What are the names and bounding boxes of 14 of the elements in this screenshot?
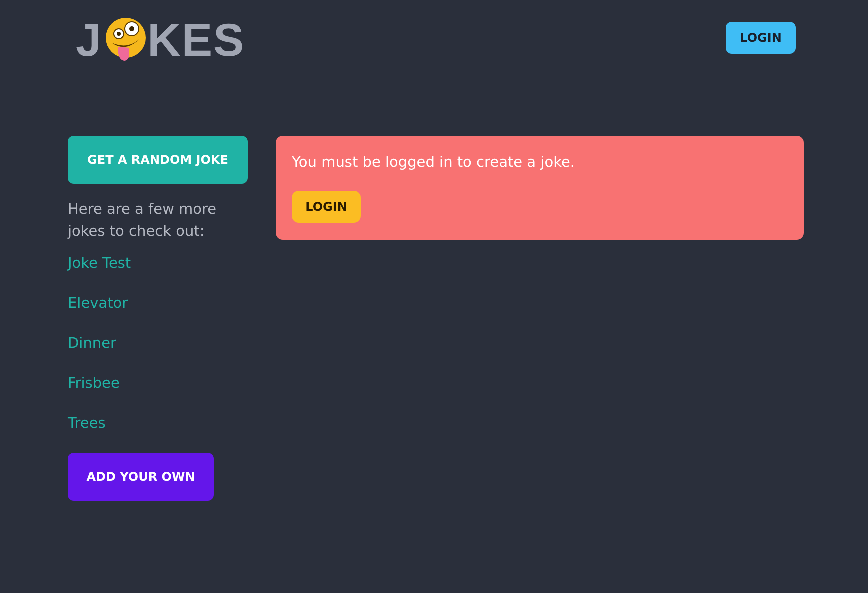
logo-text: J — [76, 17, 103, 63]
joke-link[interactable]: Dinner — [68, 333, 116, 355]
intro-text: Here are a few more jokes to check out: — [68, 201, 218, 242]
random-joke-button[interactable]: GET A RANDOM JOKE — [68, 136, 248, 184]
logo-text: KES — [148, 17, 246, 63]
login-button[interactable]: LOGIN — [726, 22, 796, 54]
add-joke-button[interactable]: ADD YOUR OWN — [68, 453, 214, 501]
login-button[interactable]: LOGIN — [292, 191, 361, 223]
joke-link[interactable]: Trees — [68, 413, 106, 435]
joke-link[interactable]: Frisbee — [68, 373, 120, 395]
joke-link[interactable]: Joke Test — [68, 253, 132, 275]
zany-face-icon — [104, 17, 148, 63]
joke-link[interactable]: Elevator — [68, 293, 128, 315]
alert-message: You must be logged in to create a joke. — [292, 154, 576, 173]
